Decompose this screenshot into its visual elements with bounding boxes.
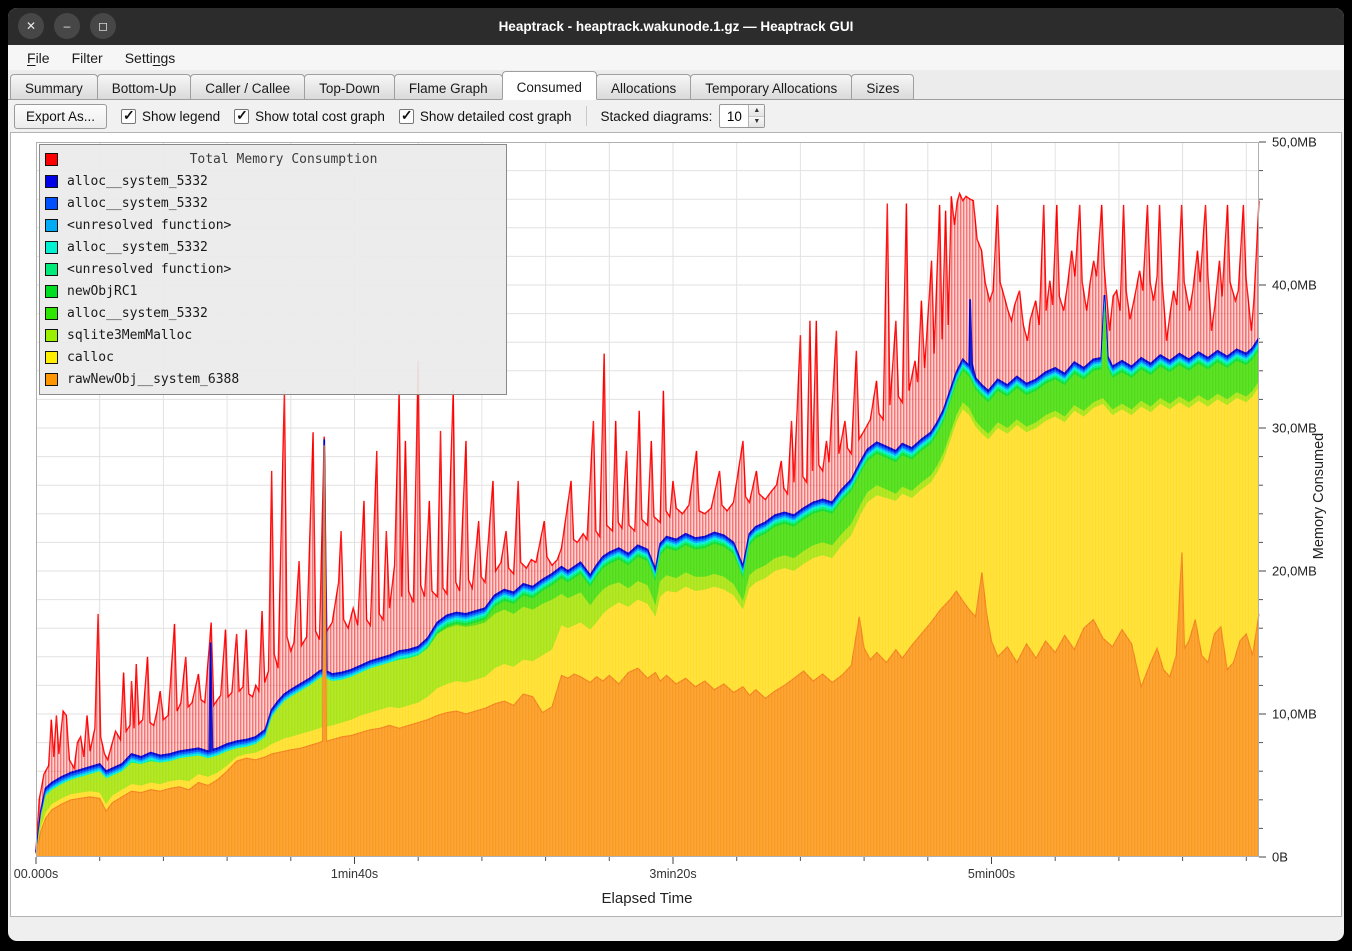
menubar: FileFilterSettings [8,45,1344,71]
svg-text:40,0MB: 40,0MB [1272,278,1317,293]
stacked-diagrams-value: 10 [720,105,748,127]
y-axis-title: Memory Consumed [1311,416,1327,576]
legend-item-label: alloc__system_5332 [67,196,208,211]
legend-item: calloc [45,346,500,368]
legend-item-label: sqlite3MemMalloc [67,328,192,343]
legend-item-label: alloc__system_5332 [67,240,208,255]
svg-text:3min20s: 3min20s [649,867,696,881]
svg-text:00.000s: 00.000s [14,867,58,881]
legend-item-label: rawNewObj__system_6388 [67,372,239,387]
toolbar: Export As... ✓ Show legend ✓ Show total cos… [8,100,1344,132]
checkbox-icon[interactable]: ✓ [121,109,136,124]
tab-caller-callee[interactable]: Caller / Callee [190,74,305,99]
svg-text:10,0MB: 10,0MB [1272,707,1317,722]
legend-item: newObjRC1 [45,280,500,302]
legend-item-label: calloc [67,350,114,365]
legend-item-label: newObjRC1 [67,284,137,299]
legend-item-label: <unresolved function> [67,218,231,233]
tab-sizes[interactable]: Sizes [851,74,914,99]
legend-item: sqlite3MemMalloc [45,324,500,346]
legend-item: alloc__system_5332 [45,236,500,258]
menu-file[interactable]: File [18,47,59,69]
legend-item-label: <unresolved function> [67,262,231,277]
legend-item-label: alloc__system_5332 [67,306,208,321]
window-controls: ✕–◻ [18,13,116,39]
tab-flame-graph[interactable]: Flame Graph [394,74,503,99]
export-as-button[interactable]: Export As... [14,104,107,129]
legend-swatch [45,285,58,298]
legend-item: alloc__system_5332 [45,192,500,214]
legend-item: rawNewObj__system_6388 [45,368,500,390]
svg-text:0B: 0B [1272,850,1288,865]
stacked-diagrams-label: Stacked diagrams: [601,109,713,124]
legend-item: <unresolved function> [45,258,500,280]
legend-swatch [45,153,58,166]
legend-swatch [45,373,58,386]
legend-item: alloc__system_5332 [45,302,500,324]
legend-swatch [45,197,58,210]
spinner-down-icon[interactable]: ▼ [749,117,764,128]
legend-swatch [45,329,58,342]
chart-legend: Total Memory Consumption alloc__system_53… [39,144,507,395]
minimize-button[interactable]: – [54,13,80,39]
toolbar-separator [586,106,587,126]
tab-temporary-allocations[interactable]: Temporary Allocations [690,74,852,99]
window-title: Heaptrack - heaptrack.wakunode.1.gz — He… [8,19,1344,34]
legend-title: Total Memory Consumption [67,152,500,167]
checkbox-show-detailed-cost-graph[interactable]: ✓ Show detailed cost graph [399,109,572,124]
tab-summary[interactable]: Summary [10,74,98,99]
svg-text:5min00s: 5min00s [968,867,1015,881]
spinner-up-icon[interactable]: ▲ [749,105,764,117]
checkbox-icon[interactable]: ✓ [234,109,249,124]
stacked-diagrams-spinner[interactable]: 10 ▲ ▼ [719,104,765,128]
legend-swatch [45,241,58,254]
svg-text:1min40s: 1min40s [331,867,378,881]
checkbox-show-legend[interactable]: ✓ Show legend [121,109,220,124]
legend-swatch [45,219,58,232]
menu-filter[interactable]: Filter [63,47,112,69]
legend-swatch [45,307,58,320]
checkbox-label: Show total cost graph [255,109,385,124]
menu-settings[interactable]: Settings [116,47,185,69]
x-axis-title: Elapsed Time [347,890,947,907]
legend-swatch [45,351,58,364]
tab-top-down[interactable]: Top-Down [304,74,395,99]
svg-text:50,0MB: 50,0MB [1272,135,1317,150]
titlebar[interactable]: ✕–◻ Heaptrack - heaptrack.wakunode.1.gz … [8,8,1344,45]
close-button[interactable]: ✕ [18,13,44,39]
legend-title-row: Total Memory Consumption [45,148,500,170]
tab-consumed[interactable]: Consumed [502,71,597,100]
consumed-chart-panel: 00.000s1min40s3min20s5min00s0B10,0MB20,0… [10,132,1342,917]
checkbox-show-total-cost-graph[interactable]: ✓ Show total cost graph [234,109,385,124]
tab-allocations[interactable]: Allocations [596,74,691,99]
legend-swatch [45,263,58,276]
app-window: ✕–◻ Heaptrack - heaptrack.wakunode.1.gz … [8,8,1344,941]
checkbox-icon[interactable]: ✓ [399,109,414,124]
checkbox-label: Show legend [142,109,220,124]
tab-bottom-up[interactable]: Bottom-Up [97,74,192,99]
checkbox-label: Show detailed cost graph [420,109,572,124]
maximize-button[interactable]: ◻ [90,13,116,39]
legend-item-label: alloc__system_5332 [67,174,208,189]
legend-item: <unresolved function> [45,214,500,236]
legend-swatch [45,175,58,188]
legend-item: alloc__system_5332 [45,170,500,192]
tab-bar: SummaryBottom-UpCaller / CalleeTop-DownF… [8,71,1344,100]
